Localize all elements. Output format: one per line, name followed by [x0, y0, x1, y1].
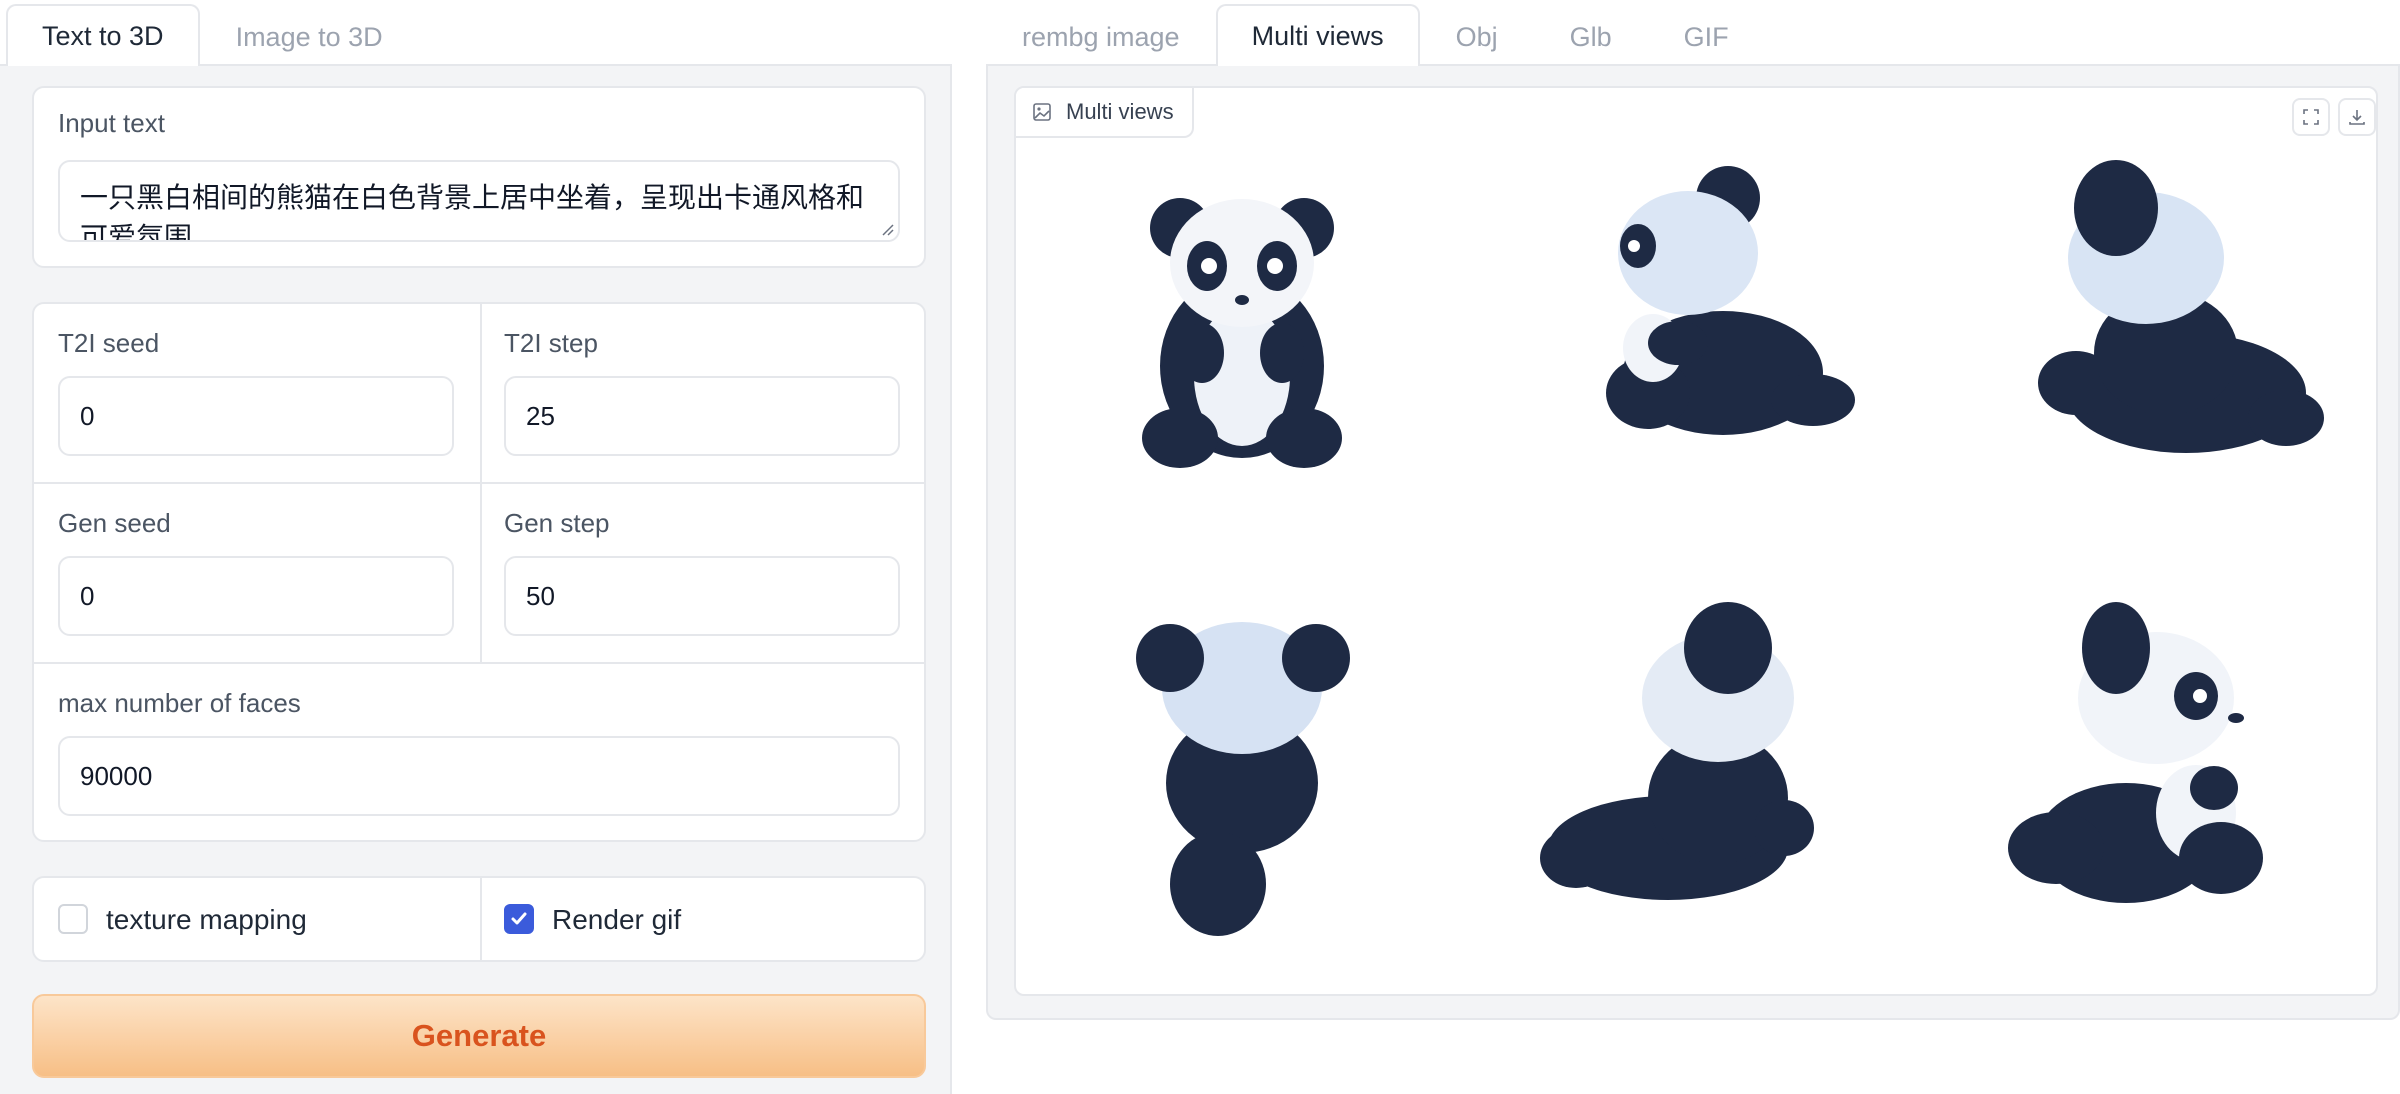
- divider: [480, 878, 482, 960]
- divider: [34, 662, 924, 664]
- fullscreen-icon: [2303, 109, 2319, 125]
- left-column: Input text 一只黑白相间的熊猫在白色背景上居中坐着，呈现出卡通风格和可…: [0, 66, 952, 1094]
- t2i-seed-label: T2I seed: [58, 328, 160, 358]
- input-text-value: 一只黑白相间的熊猫在白色背景上居中坐着，呈现出卡通风格和可爱氛围: [80, 181, 865, 242]
- t2i-step-value: 25: [526, 400, 555, 431]
- right-column: Multi views: [986, 66, 2400, 1020]
- gen-seed-label: Gen seed: [58, 508, 171, 538]
- tab-multi-views[interactable]: Multi views: [1215, 4, 1420, 66]
- input-text-panel: Input text 一只黑白相间的熊猫在白色背景上居中坐着，呈现出卡通风格和可…: [32, 86, 926, 268]
- fullscreen-button[interactable]: [2292, 98, 2330, 136]
- tab-glb[interactable]: Glb: [1534, 6, 1648, 66]
- panda-view-side-left: [1606, 166, 1855, 435]
- t2i-seed-input[interactable]: 0: [58, 376, 454, 456]
- gen-step-value: 50: [526, 580, 555, 611]
- input-text-label: Input text: [58, 108, 165, 138]
- tab-rembg-image[interactable]: rembg image: [986, 6, 1216, 66]
- t2i-step-input[interactable]: 25: [504, 376, 900, 456]
- options-panel: texture mapping Render gif: [32, 876, 926, 962]
- texture-mapping-checkbox[interactable]: [58, 904, 88, 934]
- gen-step-input[interactable]: 50: [504, 556, 900, 636]
- panda-view-back-left: [2038, 160, 2324, 453]
- generate-button[interactable]: Generate: [32, 994, 926, 1078]
- texture-mapping-label[interactable]: texture mapping: [106, 904, 307, 936]
- render-gif-label[interactable]: Render gif: [552, 904, 681, 936]
- resize-grip-icon[interactable]: [880, 222, 894, 236]
- panda-view-back: [1136, 622, 1350, 936]
- gen-step-label: Gen step: [504, 508, 610, 538]
- panda-view-front: [1142, 198, 1342, 468]
- render-gif-checkbox[interactable]: [504, 904, 534, 934]
- t2i-step-label: T2I step: [504, 328, 598, 358]
- t2i-seed-value: 0: [80, 400, 95, 431]
- max-faces-value: 90000: [80, 760, 153, 791]
- tab-image-to-3d[interactable]: Image to 3D: [200, 6, 419, 66]
- download-icon: [2349, 110, 2365, 125]
- panda-view-side-right: [2008, 602, 2263, 903]
- divider: [34, 482, 924, 484]
- left-tabbar: Text to 3D Image to 3D: [0, 0, 952, 66]
- tab-text-to-3d[interactable]: Text to 3D: [6, 4, 200, 66]
- tab-obj[interactable]: Obj: [1420, 6, 1534, 66]
- gallery-label: Multi views: [1016, 88, 1194, 138]
- divider: [480, 304, 482, 664]
- image-icon: [1033, 103, 1051, 121]
- panda-view-back-right: [1540, 602, 1814, 900]
- max-faces-label: max number of faces: [58, 688, 301, 718]
- download-button[interactable]: [2338, 98, 2376, 136]
- gen-seed-input[interactable]: 0: [58, 556, 454, 636]
- right-tabbar: rembg image Multi views Obj Glb GIF: [986, 0, 2400, 66]
- input-text-area[interactable]: 一只黑白相间的熊猫在白色背景上居中坐着，呈现出卡通风格和可爱氛围: [58, 160, 900, 242]
- parameters-panel: T2I seed 0 T2I step 25 Gen seed 0 Gen st…: [32, 302, 926, 842]
- max-faces-input[interactable]: 90000: [58, 736, 900, 816]
- gen-seed-value: 0: [80, 580, 95, 611]
- tab-gif[interactable]: GIF: [1648, 6, 1765, 66]
- gallery-label-text: Multi views: [1066, 99, 1174, 124]
- checkmark-icon: [511, 912, 527, 925]
- multi-views-gallery: Multi views: [1014, 86, 2378, 996]
